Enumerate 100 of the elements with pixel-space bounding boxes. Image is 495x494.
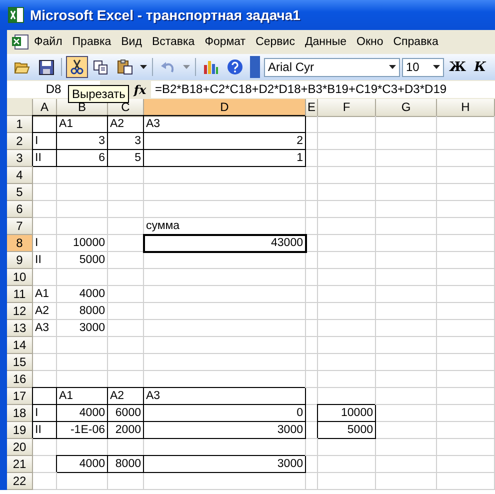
table-cell[interactable]: A3 bbox=[33, 320, 57, 337]
row-header[interactable]: 3 bbox=[7, 150, 33, 167]
font-size-field[interactable]: 10 bbox=[402, 58, 444, 76]
row-header[interactable]: 2 bbox=[7, 133, 33, 150]
row-header[interactable]: 19 bbox=[7, 422, 33, 439]
row-header[interactable]: 7 bbox=[7, 218, 33, 235]
table-cell[interactable]: A1 bbox=[57, 116, 108, 133]
row-header[interactable]: 9 bbox=[7, 252, 33, 269]
grid-cell[interactable] bbox=[33, 116, 57, 133]
table-cell[interactable]: 3000 bbox=[144, 456, 306, 473]
menu-item[interactable]: Файл bbox=[29, 36, 68, 48]
formula-field[interactable]: =B2*B18+C2*C18+D2*D18+B3*B19+C19*C3+D3*D19 bbox=[151, 81, 495, 98]
menu-item[interactable]: Сервис bbox=[250, 36, 300, 48]
row-header[interactable]: 1 bbox=[7, 116, 33, 133]
column-header[interactable]: A bbox=[33, 99, 57, 117]
caret-icon bbox=[140, 65, 146, 69]
window-title: Microsoft Excel - транспортная задача1 bbox=[30, 7, 300, 23]
row-header[interactable]: 21 bbox=[7, 456, 33, 473]
column-header[interactable]: F bbox=[318, 99, 376, 117]
table-cell[interactable]: A1 bbox=[57, 388, 108, 405]
caret-icon bbox=[182, 65, 190, 69]
table-cell[interactable]: -1E-06 bbox=[57, 422, 108, 439]
table-cell[interactable]: 3 bbox=[108, 133, 144, 150]
menu-item[interactable]: Вставка bbox=[146, 36, 200, 48]
table-cell[interactable]: 3000 bbox=[144, 422, 306, 439]
row-header[interactable]: 5 bbox=[7, 184, 33, 201]
help-icon bbox=[227, 59, 243, 75]
caret-icon bbox=[388, 65, 396, 69]
folder-icon bbox=[14, 60, 30, 74]
row-header[interactable]: 8 bbox=[7, 235, 33, 252]
caret-icon bbox=[432, 65, 440, 69]
table-cell[interactable]: 5 bbox=[108, 150, 144, 167]
table-cell[interactable]: A2 bbox=[108, 388, 144, 405]
row-header[interactable]: 17 bbox=[7, 388, 33, 405]
table-cell[interactable]: 10000 bbox=[318, 405, 376, 422]
function-label[interactable]: fx bbox=[129, 82, 151, 96]
table-cell[interactable]: 4000 bbox=[57, 405, 108, 422]
table-cell[interactable]: 0 bbox=[144, 405, 306, 422]
table-cell[interactable]: 3000 bbox=[57, 320, 108, 337]
table-cell[interactable]: A1 bbox=[33, 286, 57, 303]
row-header[interactable]: 11 bbox=[7, 286, 33, 303]
row-header[interactable]: 16 bbox=[7, 371, 33, 388]
table-cell[interactable]: 1 bbox=[144, 150, 306, 167]
bar-chart-icon bbox=[203, 59, 219, 75]
column-header[interactable]: G bbox=[376, 99, 437, 117]
row-header[interactable]: 14 bbox=[7, 337, 33, 354]
row-header[interactable]: 20 bbox=[7, 439, 33, 456]
table-cell[interactable]: A3 bbox=[144, 388, 306, 405]
menu-item[interactable]: Данные bbox=[300, 36, 352, 48]
menu-item[interactable]: Окно bbox=[352, 36, 388, 48]
toolbar-button[interactable] bbox=[66, 56, 88, 78]
table-cell[interactable]: 8000 bbox=[57, 303, 108, 320]
table-cell[interactable]: 43000 bbox=[144, 235, 306, 252]
table-cell[interactable]: I bbox=[33, 133, 57, 150]
table-cell[interactable]: I bbox=[33, 405, 57, 422]
table-cell[interactable]: II bbox=[33, 150, 57, 167]
row-header[interactable]: 10 bbox=[7, 269, 33, 286]
table-cell[interactable]: 2 bbox=[144, 133, 306, 150]
table-cell[interactable]: A2 bbox=[33, 303, 57, 320]
table-cell[interactable]: 3 bbox=[57, 133, 108, 150]
row-header[interactable]: 6 bbox=[7, 201, 33, 218]
table-cell[interactable]: A3 bbox=[144, 116, 306, 133]
table-cell[interactable]: 5000 bbox=[318, 422, 376, 439]
table-cell[interactable]: II bbox=[33, 422, 57, 439]
spreadsheet-icon bbox=[8, 7, 24, 23]
table-cell[interactable]: 5000 bbox=[57, 252, 108, 269]
clipboard-icon bbox=[117, 59, 133, 75]
menu-item[interactable]: Вид bbox=[116, 36, 147, 48]
row-header[interactable]: 22 bbox=[7, 473, 33, 490]
table-cell[interactable]: сумма bbox=[144, 218, 306, 235]
column-header[interactable]: E bbox=[306, 99, 318, 117]
table-cell[interactable]: 6000 bbox=[108, 405, 144, 422]
menu-item[interactable]: Правка bbox=[67, 36, 116, 48]
row-header[interactable]: 12 bbox=[7, 303, 33, 320]
table-cell[interactable]: II bbox=[33, 252, 57, 269]
row-header[interactable]: 4 bbox=[7, 167, 33, 184]
column-header[interactable]: H bbox=[437, 99, 495, 117]
spreadsheet-icon[interactable] bbox=[11, 34, 29, 50]
menu-item[interactable]: Формат bbox=[200, 36, 251, 48]
scissors-icon bbox=[70, 59, 84, 75]
row-header[interactable]: 13 bbox=[7, 320, 33, 337]
table-cell[interactable]: A2 bbox=[108, 116, 144, 133]
save-icon bbox=[38, 60, 54, 74]
font-name-field[interactable]: Arial Cyr bbox=[264, 58, 400, 76]
table-cell[interactable]: 4000 bbox=[57, 456, 108, 473]
bold-button[interactable]: Ж bbox=[446, 60, 470, 74]
table-cell[interactable]: 8000 bbox=[108, 456, 144, 473]
row-header[interactable]: 15 bbox=[7, 354, 33, 371]
table-cell[interactable]: I bbox=[33, 235, 57, 252]
copy-icon bbox=[93, 60, 109, 74]
grid-cell[interactable] bbox=[33, 388, 57, 405]
row-header[interactable]: 18 bbox=[7, 405, 33, 422]
table-cell[interactable]: 4000 bbox=[57, 286, 108, 303]
menu-item[interactable]: Справка bbox=[388, 36, 444, 48]
table-cell[interactable]: 10000 bbox=[57, 235, 108, 252]
table-cell[interactable]: 6 bbox=[57, 150, 108, 167]
table-cell[interactable]: 2000 bbox=[108, 422, 144, 439]
tooltip: Вырезать bbox=[68, 85, 130, 103]
italic-button[interactable]: К bbox=[471, 60, 489, 74]
column-header[interactable]: D bbox=[144, 99, 306, 117]
